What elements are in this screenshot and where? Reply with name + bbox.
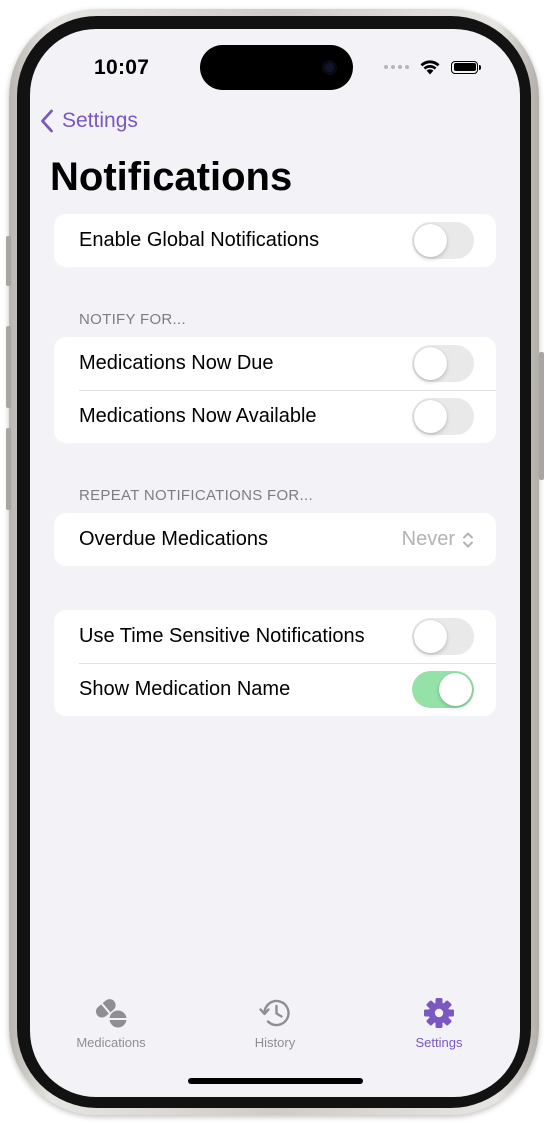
global-notifications-toggle[interactable]	[412, 222, 474, 259]
show-name-label: Show Medication Name	[79, 678, 291, 700]
repeat-header: REPEAT NOTIFICATIONS FOR...	[79, 487, 313, 504]
phone-screen: 10:07 Settings Notifications Enable Glob…	[30, 29, 520, 1097]
pills-icon	[95, 999, 127, 1028]
options-group: Use Time Sensitive Notifications Show Me…	[54, 610, 496, 716]
notify-for-group: Medications Now Due Medications Now Avai…	[54, 337, 496, 443]
notify-for-header: NOTIFY FOR...	[79, 311, 186, 328]
global-notifications-row: Enable Global Notifications	[54, 214, 496, 267]
notify-due-toggle[interactable]	[412, 345, 474, 382]
power-button	[539, 352, 544, 480]
back-label: Settings	[62, 109, 138, 132]
overdue-picker-value: Never	[401, 528, 455, 550]
overdue-label: Overdue Medications	[79, 528, 268, 550]
tab-medications[interactable]: Medications	[51, 997, 171, 1050]
chevron-left-icon	[41, 109, 53, 133]
chevron-up-down-icon	[463, 532, 473, 547]
status-icons	[384, 59, 481, 75]
show-name-toggle[interactable]	[412, 671, 474, 708]
action-button	[6, 236, 11, 286]
repeat-group: Overdue Medications Never	[54, 513, 496, 566]
notify-available-toggle[interactable]	[412, 398, 474, 435]
status-time: 10:07	[94, 56, 150, 79]
tab-settings-label: Settings	[415, 1035, 463, 1050]
notify-due-label: Medications Now Due	[79, 352, 274, 374]
tab-bar: Medications History Settings	[30, 997, 520, 1057]
page-title: Notifications	[50, 155, 293, 199]
time-sensitive-row: Use Time Sensitive Notifications	[54, 610, 496, 663]
time-sensitive-label: Use Time Sensitive Notifications	[79, 625, 365, 647]
tab-settings[interactable]: Settings	[379, 997, 499, 1050]
history-clock-icon	[259, 999, 290, 1027]
notify-due-row: Medications Now Due	[54, 337, 496, 390]
time-sensitive-toggle[interactable]	[412, 618, 474, 655]
wifi-icon	[420, 60, 440, 75]
cellular-signal-icon	[384, 65, 409, 69]
tab-history-label: History	[254, 1035, 296, 1050]
volume-down-button	[6, 428, 11, 510]
overdue-row: Overdue Medications Never	[54, 513, 496, 566]
battery-icon	[451, 60, 481, 74]
home-indicator[interactable]	[188, 1078, 363, 1084]
volume-up-button	[6, 326, 11, 408]
global-group: Enable Global Notifications	[54, 214, 496, 267]
front-camera	[322, 60, 337, 75]
overdue-picker[interactable]: Never	[402, 528, 474, 551]
notify-available-row: Medications Now Available	[54, 390, 496, 443]
tab-history[interactable]: History	[215, 997, 335, 1050]
show-name-row: Show Medication Name	[54, 663, 496, 716]
global-notifications-label: Enable Global Notifications	[79, 229, 320, 251]
gear-icon	[424, 998, 454, 1028]
tab-medications-label: Medications	[76, 1035, 146, 1050]
notify-available-label: Medications Now Available	[79, 405, 317, 427]
back-button[interactable]: Settings	[40, 109, 138, 133]
dynamic-island	[200, 45, 353, 90]
